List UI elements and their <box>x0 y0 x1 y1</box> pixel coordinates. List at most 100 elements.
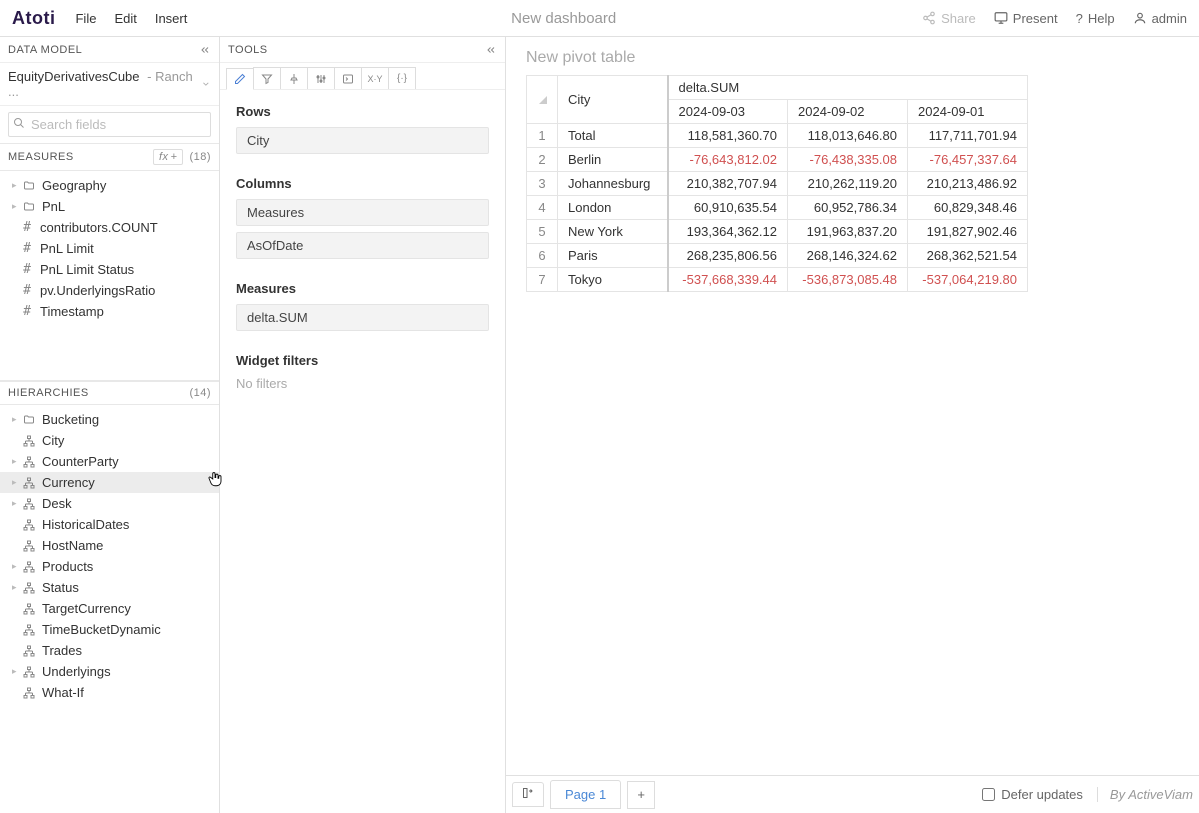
auto-layout-button[interactable] <box>512 782 544 807</box>
hierarchy-icon <box>22 519 36 531</box>
value-cell[interactable]: -76,643,812.02 <box>668 148 788 172</box>
hierarchy-icon <box>22 540 36 552</box>
hierarchy-item-city[interactable]: City <box>0 430 219 451</box>
tool-tab-settings[interactable] <box>307 67 335 89</box>
value-cell[interactable]: 60,952,786.34 <box>788 196 908 220</box>
value-cell[interactable]: -536,873,085.48 <box>788 268 908 292</box>
value-cell[interactable]: 268,235,806.56 <box>668 244 788 268</box>
hierarchy-item-products[interactable]: ▸Products <box>0 556 219 577</box>
columns-chip-measures[interactable]: Measures <box>236 199 489 226</box>
measure-item[interactable]: #Timestamp <box>0 301 219 322</box>
hierarchy-item-historicaldates[interactable]: HistoricalDates <box>0 514 219 535</box>
table-row[interactable]: 6Paris268,235,806.56268,146,324.62268,36… <box>527 244 1028 268</box>
defer-updates-checkbox[interactable]: Defer updates <box>982 787 1083 802</box>
widget-title[interactable]: New pivot table <box>506 37 1199 75</box>
city-cell[interactable]: New York <box>558 220 668 244</box>
city-cell[interactable]: London <box>558 196 668 220</box>
add-page-button[interactable]: + <box>627 781 655 809</box>
hierarchy-item-hostname[interactable]: HostName <box>0 535 219 556</box>
dashboard-title[interactable]: New dashboard <box>205 10 922 27</box>
city-cell[interactable]: Paris <box>558 244 668 268</box>
value-cell[interactable]: 117,711,701.94 <box>908 124 1028 148</box>
columns-chip-asofdate[interactable]: AsOfDate <box>236 232 489 259</box>
tool-tab-fields[interactable] <box>226 68 254 90</box>
value-cell[interactable]: -76,457,337.64 <box>908 148 1028 172</box>
col-date-2[interactable]: 2024-09-01 <box>908 100 1028 124</box>
share-button[interactable]: Share <box>922 11 976 26</box>
value-cell[interactable]: 191,963,837.20 <box>788 220 908 244</box>
value-cell[interactable]: 268,362,521.54 <box>908 244 1028 268</box>
value-cell[interactable]: 60,910,635.54 <box>668 196 788 220</box>
hierarchy-item-what-if[interactable]: What-If <box>0 682 219 703</box>
user-button[interactable]: admin <box>1133 11 1187 26</box>
defer-checkbox-input[interactable] <box>982 788 995 801</box>
folder-icon <box>22 414 36 426</box>
tool-tab-xy[interactable]: X·Y <box>361 67 389 89</box>
hierarchy-item-trades[interactable]: Trades <box>0 640 219 661</box>
menu-insert[interactable]: Insert <box>155 11 188 26</box>
hierarchy-icon <box>22 498 36 510</box>
city-cell[interactable]: Berlin <box>558 148 668 172</box>
cube-selector[interactable]: EquityDerivativesCube - Ranch ... <box>0 63 219 106</box>
hierarchy-item-desk[interactable]: ▸Desk <box>0 493 219 514</box>
hierarchy-item-bucketing[interactable]: ▸Bucketing <box>0 409 219 430</box>
measure-item[interactable]: #PnL Limit <box>0 238 219 259</box>
measure-item[interactable]: #PnL Limit Status <box>0 259 219 280</box>
value-cell[interactable]: 118,581,360.70 <box>668 124 788 148</box>
measure-item[interactable]: #contributors.COUNT <box>0 217 219 238</box>
measure-item[interactable]: #pv.UnderlyingsRatio <box>0 280 219 301</box>
cube-name: EquityDerivativesCube <box>8 69 140 84</box>
measure-folder[interactable]: ▸PnL <box>0 196 219 217</box>
tool-tab-code[interactable]: {·} <box>388 67 416 89</box>
table-row[interactable]: 5New York193,364,362.12191,963,837.20191… <box>527 220 1028 244</box>
help-button[interactable]: ? Help <box>1076 11 1115 26</box>
value-cell[interactable]: 210,382,707.94 <box>668 172 788 196</box>
value-cell[interactable]: 210,262,119.20 <box>788 172 908 196</box>
add-measure-button[interactable]: fx+ <box>153 149 184 165</box>
present-button[interactable]: Present <box>994 11 1058 26</box>
hierarchy-item-counterparty[interactable]: ▸CounterParty <box>0 451 219 472</box>
value-cell[interactable]: 210,213,486.92 <box>908 172 1028 196</box>
table-row[interactable]: 7Tokyo-537,668,339.44-536,873,085.48-537… <box>527 268 1028 292</box>
value-cell[interactable]: 118,013,646.80 <box>788 124 908 148</box>
page-tab-1[interactable]: Page 1 <box>550 780 621 809</box>
tool-tab-filter[interactable] <box>253 67 281 89</box>
col-date-0[interactable]: 2024-09-03 <box>668 100 788 124</box>
tool-tab-pin[interactable] <box>280 67 308 89</box>
tree-label: pv.UnderlyingsRatio <box>40 283 155 298</box>
menu-edit[interactable]: Edit <box>114 11 136 26</box>
city-cell[interactable]: Tokyo <box>558 268 668 292</box>
collapse-tools-button[interactable] <box>485 44 497 56</box>
pivot-table[interactable]: City delta.SUM 2024-09-03 2024-09-02 202… <box>526 75 1028 292</box>
value-cell[interactable]: -537,668,339.44 <box>668 268 788 292</box>
value-cell[interactable]: -537,064,219.80 <box>908 268 1028 292</box>
measure-header[interactable]: delta.SUM <box>668 76 1028 100</box>
columns-label: Columns <box>236 176 489 191</box>
measures-chip-delta[interactable]: delta.SUM <box>236 304 489 331</box>
city-cell[interactable]: Johannesburg <box>558 172 668 196</box>
value-cell[interactable]: 60,829,348.46 <box>908 196 1028 220</box>
table-row[interactable]: 2Berlin-76,643,812.02-76,438,335.08-76,4… <box>527 148 1028 172</box>
hierarchy-item-currency[interactable]: ▸Currency <box>0 472 219 493</box>
hierarchy-item-timebucketdynamic[interactable]: TimeBucketDynamic <box>0 619 219 640</box>
hierarchy-item-underlyings[interactable]: ▸Underlyings <box>0 661 219 682</box>
row-header-city[interactable]: City <box>558 76 668 124</box>
value-cell[interactable]: 191,827,902.46 <box>908 220 1028 244</box>
search-input[interactable] <box>8 112 211 137</box>
value-cell[interactable]: 268,146,324.62 <box>788 244 908 268</box>
value-cell[interactable]: 193,364,362.12 <box>668 220 788 244</box>
tool-tab-query[interactable] <box>334 67 362 89</box>
hierarchy-item-targetcurrency[interactable]: TargetCurrency <box>0 598 219 619</box>
table-row[interactable]: 4London60,910,635.5460,952,786.3460,829,… <box>527 196 1028 220</box>
rows-chip-city[interactable]: City <box>236 127 489 154</box>
value-cell[interactable]: -76,438,335.08 <box>788 148 908 172</box>
pivot-corner[interactable] <box>527 76 558 124</box>
hierarchy-item-status[interactable]: ▸Status <box>0 577 219 598</box>
city-cell[interactable]: Total <box>558 124 668 148</box>
table-row[interactable]: 3Johannesburg210,382,707.94210,262,119.2… <box>527 172 1028 196</box>
collapse-data-model-button[interactable] <box>199 44 211 56</box>
measure-folder[interactable]: ▸Geography <box>0 175 219 196</box>
col-date-1[interactable]: 2024-09-02 <box>788 100 908 124</box>
menu-file[interactable]: File <box>75 11 96 26</box>
table-row[interactable]: 1Total118,581,360.70118,013,646.80117,71… <box>527 124 1028 148</box>
